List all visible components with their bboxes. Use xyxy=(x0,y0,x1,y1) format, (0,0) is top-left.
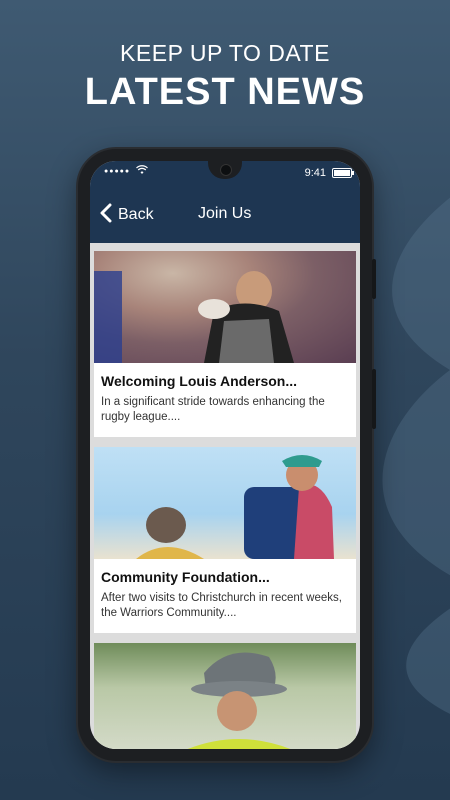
power-button xyxy=(372,259,376,299)
page-title: Join Us xyxy=(198,205,252,222)
news-image xyxy=(94,251,356,363)
news-excerpt: After two visits to Christchurch in rece… xyxy=(101,592,342,619)
camera-icon xyxy=(220,164,232,176)
signal-icon: ●●●●● xyxy=(104,168,131,175)
phone-frame: ●●●●● 9:41 Back Join Us Welcoming Louis … xyxy=(78,149,376,761)
news-image xyxy=(94,447,356,559)
promo-subtitle: KEEP UP TO DATE xyxy=(120,40,330,66)
chevron-left-icon xyxy=(100,203,112,226)
news-excerpt: In a significant stride towards enhancin… xyxy=(101,396,325,423)
back-label: Back xyxy=(118,205,154,223)
news-image xyxy=(94,643,356,749)
news-card[interactable]: Community Foundation... After two visits… xyxy=(94,447,356,633)
news-title: Welcoming Louis Anderson... xyxy=(101,373,298,389)
promo-title: LATEST NEWS xyxy=(84,71,366,113)
nav-bar: Back Join Us xyxy=(90,185,360,243)
back-button[interactable]: Back xyxy=(100,203,154,226)
wifi-icon xyxy=(136,165,148,178)
phone-screen: ●●●●● 9:41 Back Join Us Welcoming Louis … xyxy=(90,161,360,749)
news-title: Community Foundation... xyxy=(101,569,270,585)
clock: 9:41 xyxy=(304,167,326,179)
news-card[interactable]: Welcoming Louis Anderson... In a signifi… xyxy=(94,251,356,437)
news-card[interactable] xyxy=(94,643,356,749)
promo-header: KEEP UP TO DATE LATEST NEWS xyxy=(0,40,450,114)
battery-icon xyxy=(332,168,354,178)
volume-button xyxy=(372,369,376,429)
news-feed: Welcoming Louis Anderson... In a signifi… xyxy=(90,243,360,749)
